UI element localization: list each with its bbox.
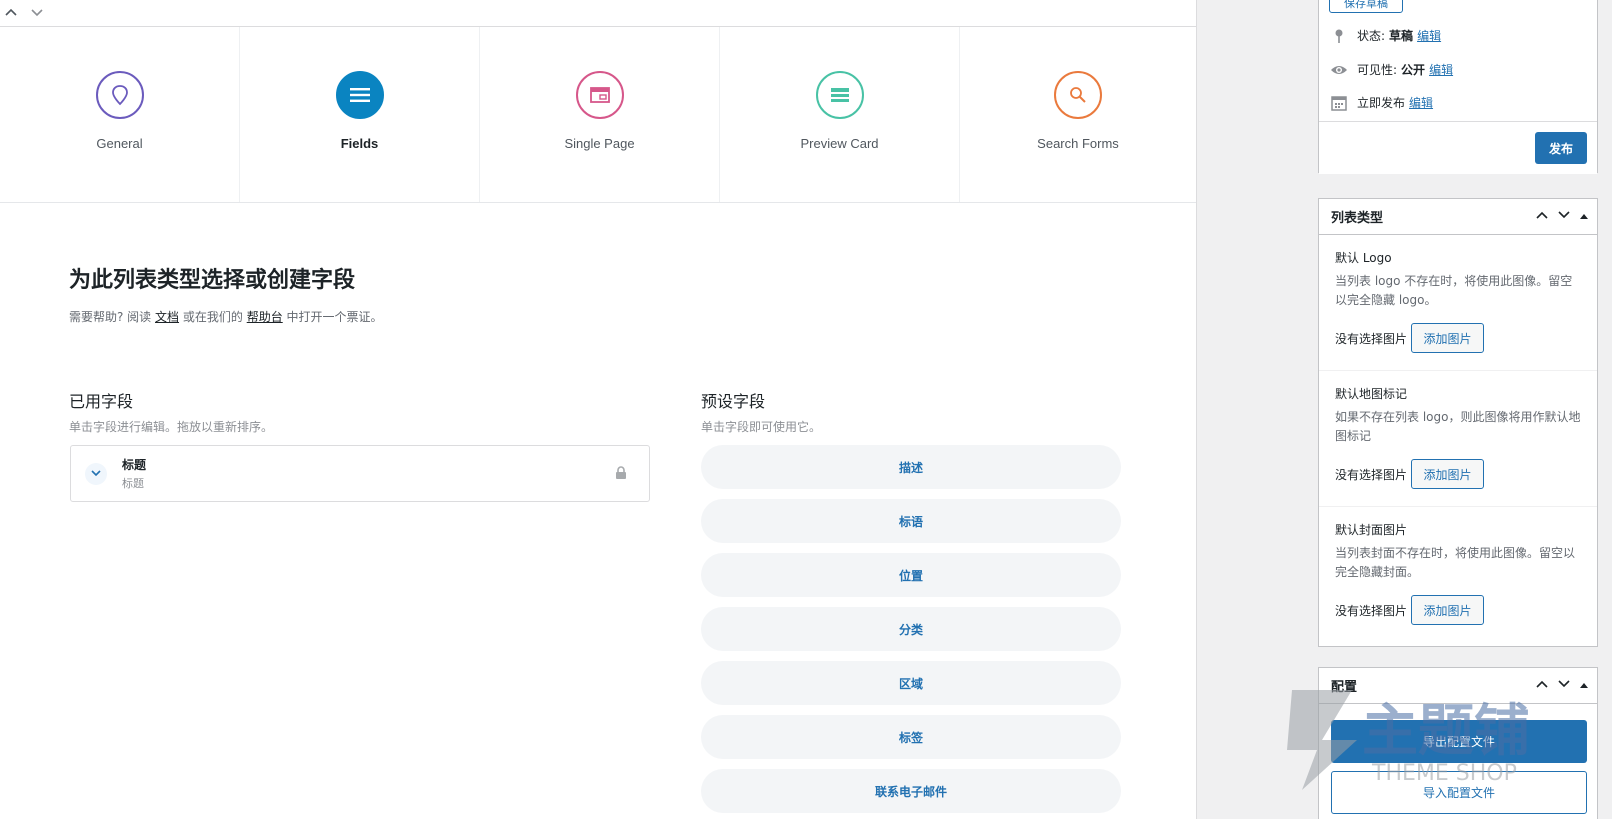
tab-label: Single Page — [564, 136, 635, 151]
collapse-triangle-icon[interactable] — [1579, 678, 1589, 693]
status-value: 草稿 — [1389, 29, 1414, 43]
tab-fields[interactable]: Fields — [240, 27, 480, 202]
import-config-button[interactable]: 导入配置文件 — [1331, 771, 1587, 814]
add-image-button[interactable]: 添加图片 — [1411, 595, 1485, 625]
no-image-text: 没有选择图片 — [1335, 331, 1408, 346]
add-image-button[interactable]: 添加图片 — [1411, 323, 1485, 353]
main-area: General Fields Single Page Preview Card … — [0, 0, 1196, 819]
box-header: 列表类型 — [1319, 199, 1597, 235]
box-title: 配置 — [1331, 680, 1358, 695]
no-image-text: 没有选择图片 — [1335, 603, 1408, 618]
chevron-down-icon[interactable] — [1557, 678, 1571, 693]
eye-icon — [1329, 64, 1349, 76]
help-prefix: 需要帮助? 阅读 — [69, 310, 152, 324]
collapse-triangle-icon[interactable] — [1579, 209, 1589, 224]
map-pin-icon — [95, 71, 144, 119]
chevron-up-icon[interactable] — [1535, 678, 1549, 693]
tab-search-forms[interactable]: Search Forms — [960, 27, 1196, 202]
preset-field-button[interactable]: 区域 — [701, 661, 1121, 705]
lock-icon — [615, 466, 627, 484]
used-fields-subtitle: 单击字段进行编辑。拖放以重新排序。 — [69, 420, 274, 434]
preset-field-button[interactable]: 联系电子邮件 — [701, 769, 1121, 813]
tab-general[interactable]: General — [0, 27, 240, 202]
chevron-down-icon[interactable] — [30, 6, 46, 20]
sidebar: 保存草稿 状态: 草稿 编辑 可见性: 公开 编辑 立即发布 编辑 发布 列表类… — [1196, 0, 1612, 819]
visibility-row: 可见性: 公开 编辑 — [1329, 61, 1453, 78]
section-description: 如果不存在列表 logo，则此图像将用作默认地图标记 — [1335, 410, 1581, 443]
default-map-marker-section: 默认地图标记 如果不存在列表 logo，则此图像将用作默认地图标记 没有选择图片… — [1319, 371, 1597, 507]
card-stack-icon — [815, 71, 864, 119]
field-key: 标题 — [122, 477, 144, 490]
preset-field-button[interactable]: 标签 — [701, 715, 1121, 759]
box-title: 列表类型 — [1331, 211, 1384, 226]
search-icon — [1054, 71, 1102, 119]
used-fields-title: 已用字段 — [69, 392, 134, 411]
helpdesk-link[interactable]: 帮助台 — [247, 310, 283, 324]
edit-schedule-link[interactable]: 编辑 — [1409, 94, 1433, 111]
status-label: 状态: — [1357, 29, 1386, 43]
chevron-down-icon[interactable] — [1557, 209, 1571, 224]
panel-toggle-arrows — [4, 6, 46, 20]
preset-field-button[interactable]: 分类 — [701, 607, 1121, 651]
preset-field-button[interactable]: 标语 — [701, 499, 1121, 543]
status-row: 状态: 草稿 编辑 — [1329, 27, 1441, 44]
calendar-icon — [1329, 95, 1349, 111]
section-description: 当列表 logo 不存在时，将使用此图像。留空以完全隐藏 logo。 — [1335, 274, 1573, 307]
menu-lines-icon — [335, 71, 384, 119]
default-cover-section: 默认封面图片 当列表封面不存在时，将使用此图像。留空以完全隐藏封面。 没有选择图… — [1319, 507, 1597, 643]
section-title: 默认封面图片 — [1335, 523, 1408, 537]
listing-type-box: 列表类型 默认 Logo 当列表 logo 不存在时，将使用此图像。留空以完全隐… — [1318, 198, 1598, 647]
preset-fields-title: 预设字段 — [701, 392, 766, 411]
tab-label: Preview Card — [800, 136, 879, 151]
config-box: 配置 导出配置文件 导入配置文件 — [1318, 667, 1598, 819]
field-name: 标题 — [122, 458, 147, 472]
settings-tabs: General Fields Single Page Preview Card … — [0, 27, 1196, 203]
save-draft-button[interactable]: 保存草稿 — [1329, 0, 1403, 13]
no-image-text: 没有选择图片 — [1335, 467, 1408, 482]
used-field-item[interactable]: 标题 标题 — [70, 445, 650, 502]
visibility-value: 公开 — [1401, 63, 1426, 77]
tab-label: Fields — [340, 136, 379, 151]
pin-icon — [1329, 28, 1349, 44]
chevron-up-icon[interactable] — [4, 6, 20, 20]
schedule-label: 立即发布 — [1357, 96, 1406, 110]
help-text: 需要帮助? 阅读 文档 或在我们的 帮助台 中打开一个票证。 — [69, 308, 383, 325]
edit-status-link[interactable]: 编辑 — [1417, 27, 1441, 44]
export-config-button[interactable]: 导出配置文件 — [1331, 720, 1587, 763]
tab-label: Search Forms — [1037, 136, 1119, 151]
section-title: 默认 Logo — [1335, 251, 1392, 265]
visibility-label: 可见性: — [1357, 63, 1398, 77]
page-title: 为此列表类型选择或创建字段 — [69, 268, 356, 293]
docs-link[interactable]: 文档 — [155, 310, 179, 324]
tab-single-page[interactable]: Single Page — [480, 27, 720, 202]
box-header: 配置 — [1319, 668, 1597, 704]
default-logo-section: 默认 Logo 当列表 logo 不存在时，将使用此图像。留空以完全隐藏 log… — [1319, 235, 1597, 371]
preset-field-button[interactable]: 描述 — [701, 445, 1121, 489]
publish-footer: 发布 — [1319, 121, 1597, 174]
help-middle: 或在我们的 — [182, 310, 243, 324]
publish-button[interactable]: 发布 — [1535, 132, 1587, 164]
preset-fields-subtitle: 单击字段即可使用它。 — [701, 420, 822, 434]
tab-label: General — [96, 136, 143, 151]
browser-window-icon — [575, 71, 624, 119]
chevron-up-icon[interactable] — [1535, 209, 1549, 224]
section-title: 默认地图标记 — [1335, 387, 1408, 401]
add-image-button[interactable]: 添加图片 — [1411, 459, 1485, 489]
tab-preview-card[interactable]: Preview Card — [720, 27, 960, 202]
chevron-down-icon[interactable] — [85, 462, 107, 485]
section-description: 当列表封面不存在时，将使用此图像。留空以完全隐藏封面。 — [1335, 546, 1576, 579]
publish-box: 保存草稿 状态: 草稿 编辑 可见性: 公开 编辑 立即发布 编辑 发布 — [1318, 0, 1598, 174]
schedule-row: 立即发布 编辑 — [1329, 94, 1433, 111]
edit-visibility-link[interactable]: 编辑 — [1429, 61, 1453, 78]
preset-field-button[interactable]: 位置 — [701, 553, 1121, 597]
help-suffix: 中打开一个票证。 — [286, 310, 383, 324]
